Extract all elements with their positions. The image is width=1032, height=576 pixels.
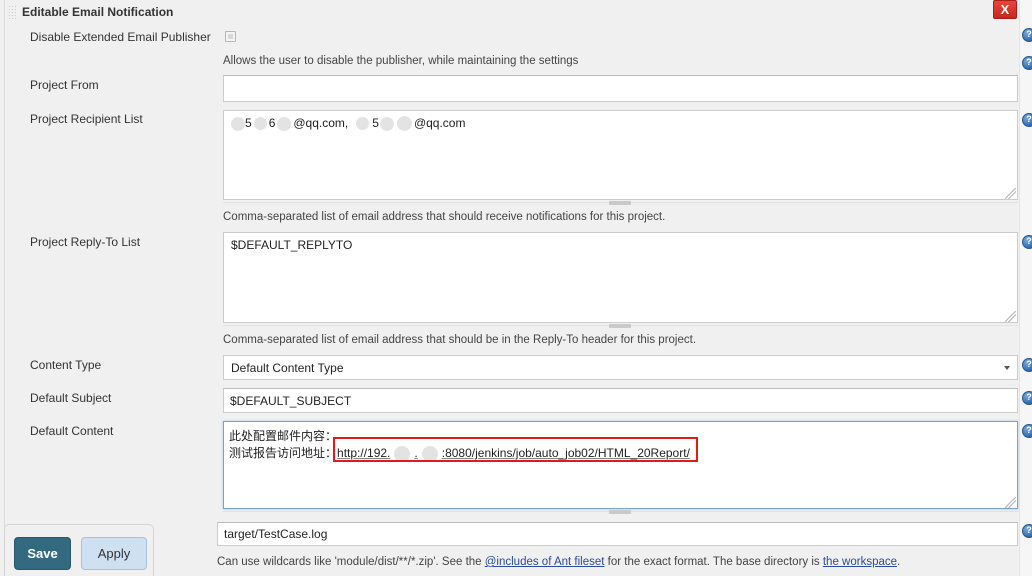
redaction-blob — [253, 117, 267, 131]
label-project-reply-to-list: Project Reply-To List — [30, 235, 141, 249]
help-disable-publisher: Allows the user to disable the publisher… — [223, 55, 579, 67]
section-header: Editable Email Notification — [8, 3, 173, 21]
attachments-help-suffix: . — [897, 556, 901, 568]
redaction-blob — [394, 445, 411, 462]
redaction-blob — [277, 116, 292, 131]
recipient-part-4: 5 — [372, 116, 379, 130]
label-project-from: Project From — [30, 78, 99, 92]
attachments-help-prefix: Can use wildcards like 'module/dist/**/*… — [217, 556, 485, 568]
attachments-input[interactable] — [217, 522, 1018, 546]
label-default-content: Default Content — [30, 424, 114, 438]
redaction-blob — [396, 116, 412, 132]
help-question-icon[interactable] — [1022, 28, 1032, 42]
apply-button[interactable]: Apply — [81, 537, 147, 570]
ant-fileset-link[interactable]: @includes of Ant fileset — [485, 556, 605, 568]
right-help-column — [1019, 0, 1032, 576]
chevron-down-icon — [1004, 365, 1010, 370]
help-question-icon[interactable] — [1022, 391, 1032, 405]
recipient-part-2: 6 — [268, 116, 276, 130]
label-disable-publisher: Disable Extended Email Publisher — [30, 30, 211, 44]
default-content-line-2: 测试报告访问地址：http://192..:8080/jenkins/job/a… — [229, 445, 690, 462]
content-type-select[interactable]: Default Content Type — [223, 355, 1018, 380]
redaction-blob — [379, 116, 394, 131]
project-reply-to-value: $DEFAULT_REPLYTO — [231, 238, 353, 252]
help-question-icon[interactable] — [1022, 56, 1032, 70]
recipient-part-5: @qq.com — [413, 116, 466, 130]
help-project-reply-to-list: Comma-separated list of email address th… — [223, 334, 697, 346]
recipient-part-3: @qq.com, — [293, 116, 349, 130]
url-scheme-host: http://192. — [337, 446, 391, 460]
attachments-help-middle: for the exact format. The base directory… — [604, 556, 823, 568]
action-bar: Save Apply — [4, 524, 154, 576]
reply-to-drag-handle[interactable] — [609, 324, 631, 328]
default-subject-input[interactable] — [223, 388, 1018, 413]
default-content-line-1: 此处配置邮件内容： — [229, 429, 338, 443]
redaction-blob — [356, 117, 370, 131]
help-question-icon[interactable] — [1022, 524, 1032, 538]
workspace-link[interactable]: the workspace — [823, 556, 897, 568]
email-notification-config-panel: Editable Email Notification X Disable Ex… — [0, 0, 1032, 576]
label-content-type: Content Type — [30, 358, 102, 372]
drag-grip-icon[interactable] — [8, 4, 17, 20]
recipient-drag-handle[interactable] — [609, 201, 631, 205]
default-content-drag-handle[interactable] — [609, 510, 631, 514]
help-question-icon[interactable] — [1022, 358, 1032, 372]
save-button[interactable]: Save — [14, 537, 71, 570]
left-rail-divider — [0, 0, 5, 576]
url-tail: :8080/jenkins/job/auto_job02/HTML_20Repo… — [441, 446, 690, 460]
project-recipient-list-textarea[interactable]: 5 6 @qq.com, 5 @qq.com — [223, 110, 1018, 200]
help-question-icon[interactable] — [1022, 424, 1032, 438]
default-content-textarea[interactable] — [223, 421, 1018, 509]
help-question-icon[interactable] — [1022, 235, 1032, 249]
recipient-part-1: 5 — [245, 116, 252, 130]
help-question-icon[interactable] — [1022, 113, 1032, 127]
redaction-blob — [421, 445, 438, 462]
project-from-input[interactable] — [223, 75, 1018, 102]
report-url-link[interactable]: http://192..:8080/jenkins/job/auto_job02… — [337, 445, 690, 462]
label-default-subject: Default Subject — [30, 391, 112, 405]
content-type-value: Default Content Type — [231, 360, 344, 375]
project-reply-to-list-textarea[interactable]: $DEFAULT_REPLYTO — [223, 232, 1018, 323]
page-title: Editable Email Notification — [22, 5, 174, 19]
default-content-line2-prefix: 测试报告访问地址： — [229, 446, 338, 460]
redaction-blob — [231, 116, 245, 131]
disable-publisher-checkbox[interactable] — [225, 31, 236, 42]
help-project-recipient-list: Comma-separated list of email address th… — [223, 211, 666, 223]
label-project-recipient-list: Project Recipient List — [30, 112, 143, 126]
close-button[interactable]: X — [993, 0, 1017, 19]
help-attachments: Can use wildcards like 'module/dist/**/*… — [217, 556, 900, 568]
